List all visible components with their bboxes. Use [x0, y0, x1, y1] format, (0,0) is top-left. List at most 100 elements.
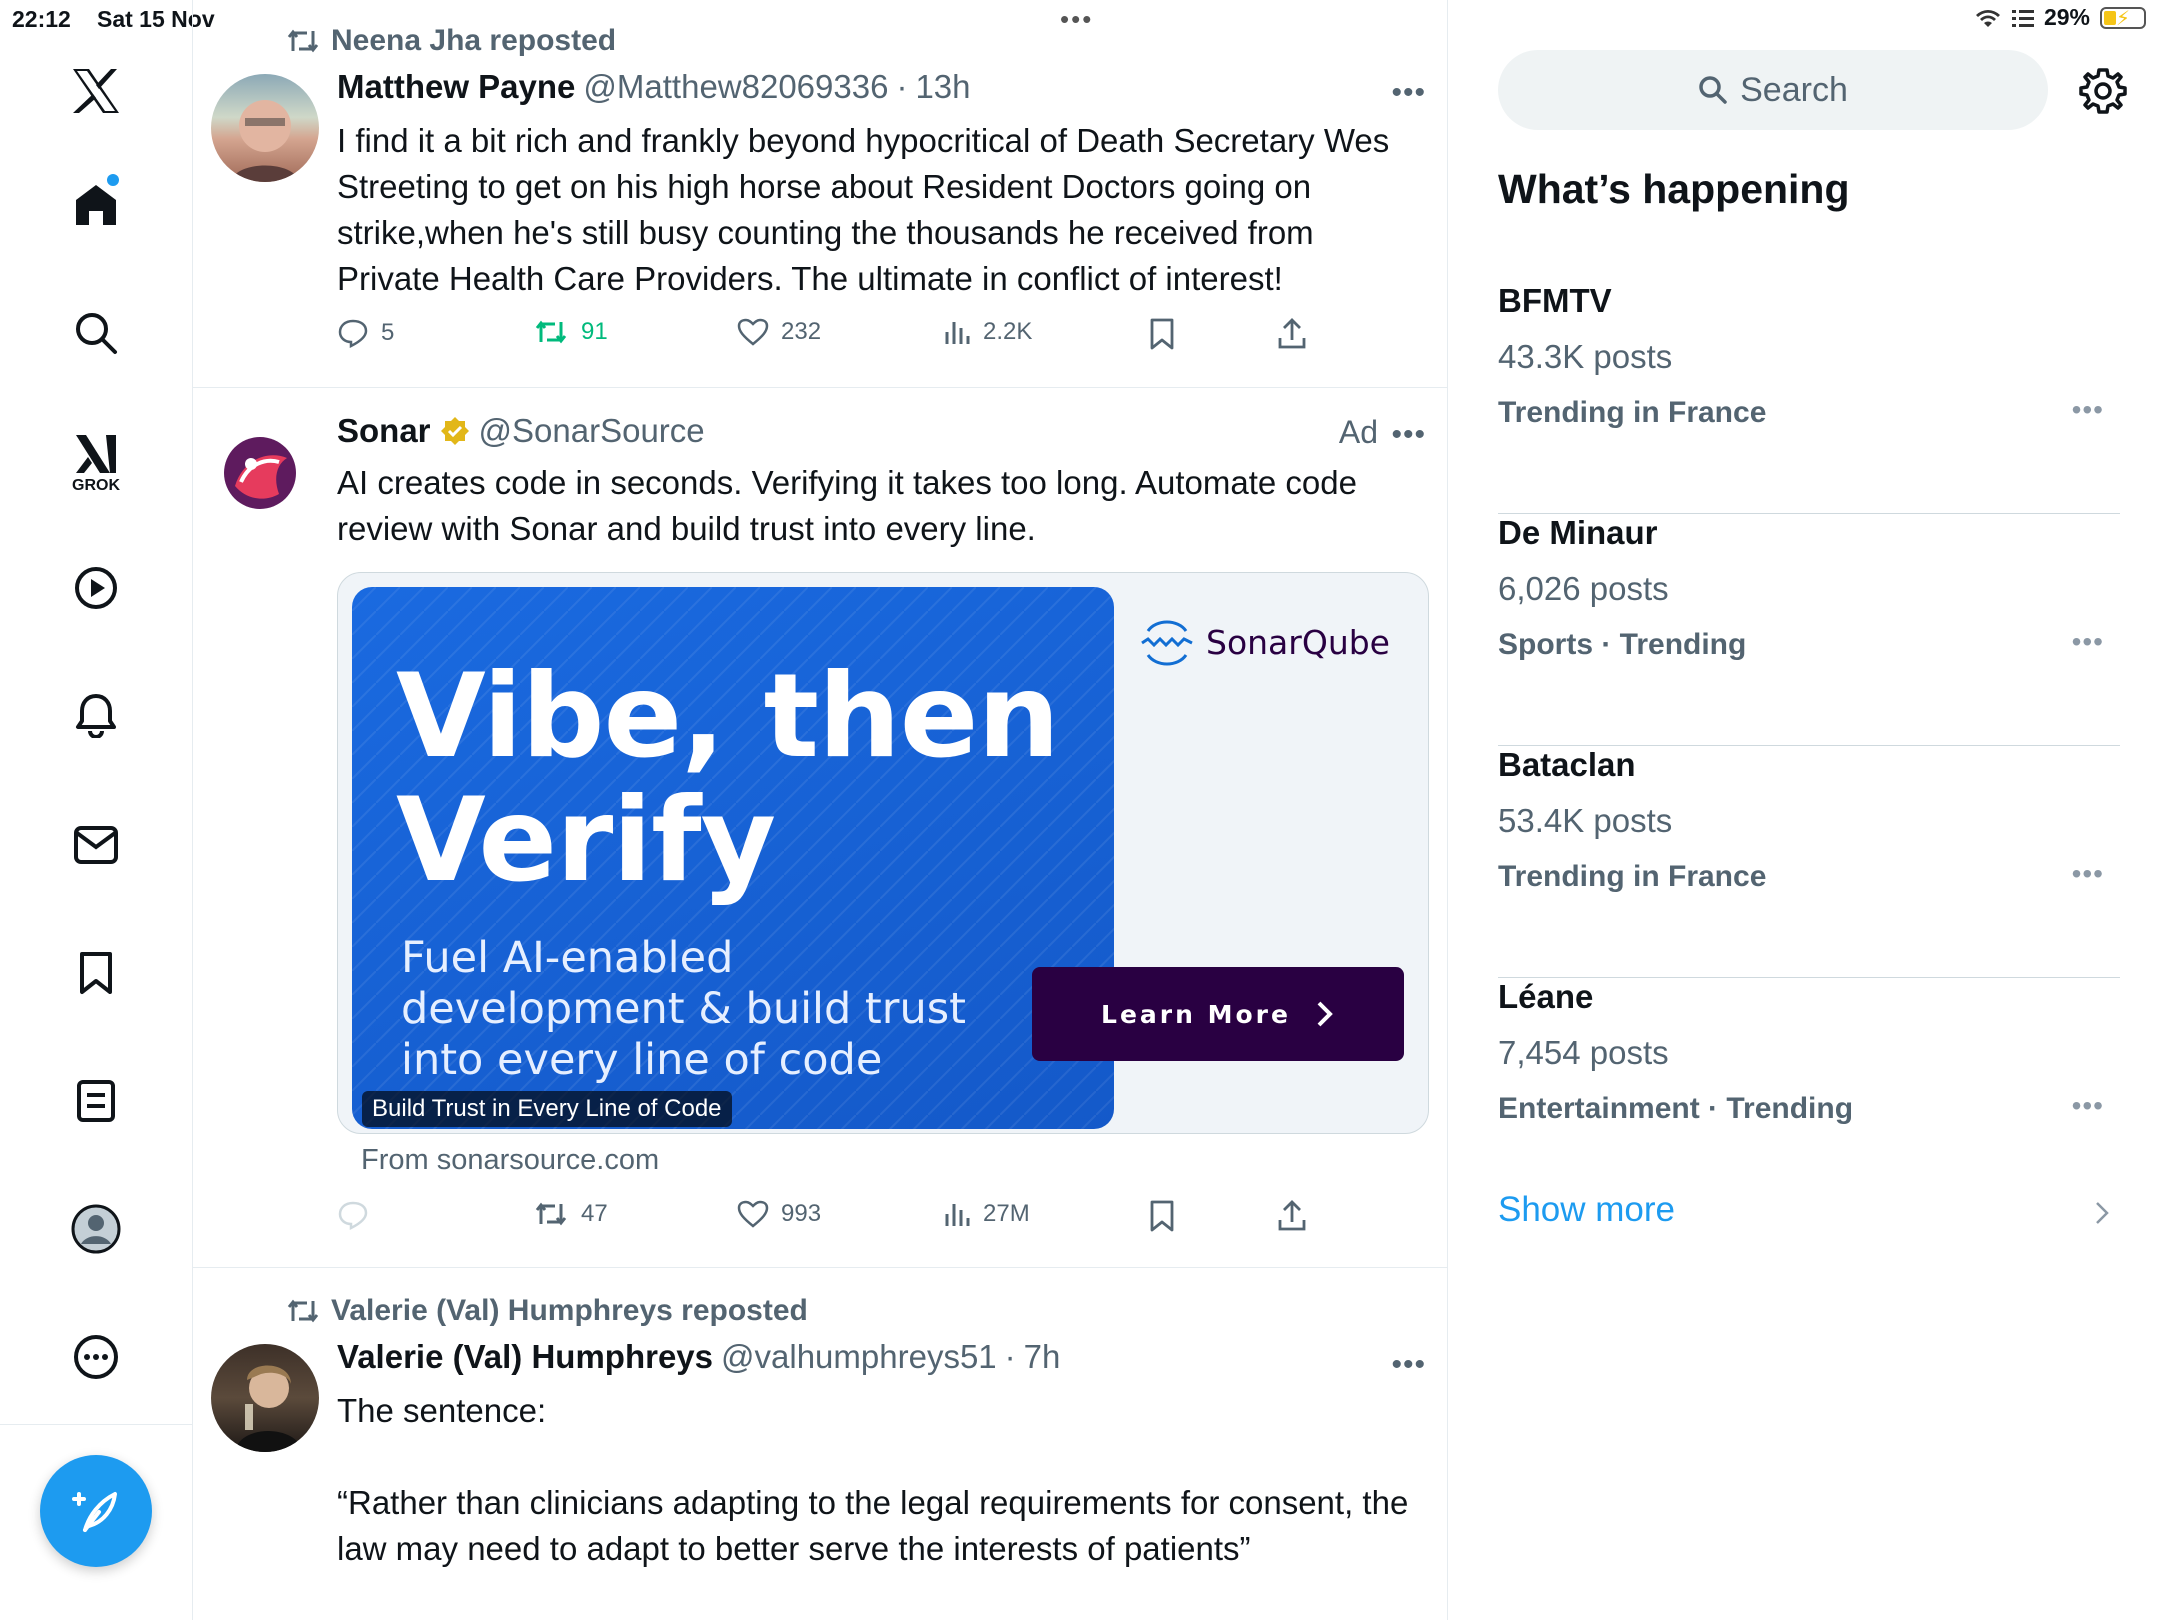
sonarqube-logo: SonarQube	[1138, 613, 1390, 671]
more-options-icon[interactable]	[71, 1332, 121, 1382]
author-name[interactable]: Sonar	[337, 412, 431, 450]
author-handle[interactable]: @SonarSource	[479, 412, 705, 450]
like-button[interactable]: 232	[737, 318, 821, 346]
repost-active-icon	[535, 320, 567, 344]
repost-button[interactable]: 47	[533, 1200, 608, 1228]
search-nav-icon[interactable]	[71, 308, 121, 358]
notifications-bell-icon[interactable]	[71, 690, 121, 740]
home-icon[interactable]	[71, 180, 121, 230]
trend-context: Sports · Trending	[1498, 628, 1747, 661]
views-button[interactable]: 27M	[943, 1200, 1030, 1228]
author-handle[interactable]: @Matthew82069336	[583, 68, 888, 106]
bookmark-button[interactable]	[1149, 1200, 1175, 1232]
tweet-text: I find it a bit rich and frankly beyond …	[337, 122, 1390, 297]
tweet-more-button[interactable]: •••	[1391, 1348, 1426, 1382]
trend-name: Léane	[1498, 978, 1594, 1015]
messages-envelope-icon[interactable]	[71, 820, 121, 870]
trend-more-button[interactable]: •••	[2072, 626, 2104, 658]
ad-headline: Vibe, then Verify	[396, 649, 1060, 903]
reply-count: 5	[381, 319, 395, 346]
tweet-text: AI creates code in seconds. Verifying it…	[337, 464, 1357, 547]
tweet-more-button[interactable]: •••	[1391, 418, 1426, 452]
left-nav: GROK	[0, 0, 193, 1620]
repost-indicator: Valerie (Val) Humphreys reposted	[285, 1294, 808, 1328]
repost-by-label: Valerie (Val) Humphreys reposted	[331, 1294, 808, 1327]
trend-context: Trending in France	[1498, 860, 1767, 893]
trend-post-count: 53.4K posts	[1498, 802, 1673, 839]
views-chart-icon	[945, 322, 970, 344]
separator-dot: ·	[896, 68, 908, 105]
author-name[interactable]: Valerie (Val) Humphreys	[337, 1338, 713, 1376]
trend-more-button[interactable]: •••	[2072, 858, 2104, 890]
ad-headline-line-1: Vibe, then	[396, 649, 1060, 784]
author-name[interactable]: Matthew Payne	[337, 68, 575, 106]
learn-more-label: Learn More	[1101, 999, 1291, 1029]
tweet-actions: 5 91 232 2.2K	[337, 318, 1327, 358]
trend-name: BFMTV	[1498, 282, 1612, 319]
like-button[interactable]: 993	[737, 1200, 821, 1228]
settings-gear-icon[interactable]	[2078, 66, 2128, 116]
post-time[interactable]: 7h	[1024, 1338, 1061, 1376]
chevron-right-icon	[1317, 1001, 1333, 1027]
avatar[interactable]	[211, 74, 319, 182]
trend-more-button[interactable]: •••	[2072, 1090, 2104, 1122]
ad-media-card[interactable]: Vibe, then Verify Fuel AI-enabled develo…	[337, 572, 1429, 1134]
bookmark-button[interactable]	[1149, 318, 1175, 350]
share-icon	[1278, 318, 1306, 349]
ad-source-link[interactable]: From sonarsource.com	[361, 1144, 659, 1177]
profile-avatar-icon[interactable]	[71, 1204, 121, 1254]
reply-button[interactable]	[337, 1200, 369, 1230]
lists-icon[interactable]	[71, 1076, 121, 1126]
learn-more-button[interactable]: Learn More	[1032, 967, 1404, 1061]
views-button[interactable]: 2.2K	[943, 318, 1032, 346]
sonar-avatar[interactable]	[221, 434, 299, 512]
promoted-tweet[interactable]: Sonar @SonarSource Ad ••• AI creates cod…	[193, 388, 1447, 1268]
repost-icon	[287, 1299, 319, 1323]
tweet-header: Sonar @SonarSource	[337, 412, 705, 450]
grok-icon[interactable]: GROK	[71, 425, 121, 500]
repost-icon	[287, 29, 319, 53]
brand-name: SonarQube	[1206, 622, 1390, 662]
trend-context: Entertainment · Trending	[1498, 1092, 1854, 1125]
share-button[interactable]	[1277, 318, 1307, 350]
grok-label: GROK	[72, 476, 120, 494]
trend-item[interactable]: Léane 7,454 posts Entertainment · Trendi…	[1498, 978, 2120, 1210]
avatar[interactable]	[211, 1344, 319, 1452]
tweet[interactable]: Valerie (Val) Humphreys reposted Valerie…	[193, 1268, 1447, 1620]
tweet-text-quote: “Rather than clinicians adapting to the …	[337, 1484, 1409, 1567]
search-placeholder: Search	[1740, 70, 1848, 109]
reply-icon	[338, 1201, 368, 1230]
compose-post-button[interactable]	[40, 1455, 152, 1567]
post-time[interactable]: 13h	[915, 68, 970, 106]
reply-icon	[338, 319, 368, 348]
author-handle[interactable]: @valhumphreys51	[721, 1338, 997, 1376]
tweet-header: Valerie (Val) Humphreys @valhumphreys51 …	[337, 1338, 1060, 1376]
sonarqube-waves-icon	[1141, 620, 1193, 666]
video-icon[interactable]	[71, 563, 121, 613]
show-more-link[interactable]: Show more	[1498, 1190, 1675, 1230]
repost-by-label: Neena Jha reposted	[331, 24, 617, 57]
tweet-header: Matthew Payne @Matthew82069336 · 13h	[337, 68, 971, 106]
bookmarks-icon[interactable]	[71, 948, 121, 998]
search-icon	[1699, 76, 1727, 104]
tweet-more-button[interactable]: •••	[1391, 76, 1426, 110]
compose-icon	[72, 1492, 117, 1532]
repost-button[interactable]: 91	[533, 318, 608, 346]
right-sidebar: Search What’s happening BFMTV 43.3K post…	[1448, 0, 2160, 1620]
tweet-text-intro: The sentence:	[337, 1392, 547, 1429]
tweet-actions: 47 993 27M	[337, 1200, 1327, 1240]
share-icon	[1278, 1200, 1306, 1231]
trend-more-button[interactable]: •••	[2072, 394, 2104, 426]
x-logo-icon[interactable]	[71, 66, 121, 116]
heart-icon	[737, 1200, 769, 1228]
tweet[interactable]: Neena Jha reposted Matthew Payne @Matthe…	[193, 0, 1447, 388]
ad-banner-image[interactable]: Vibe, then Verify Fuel AI-enabled develo…	[352, 587, 1114, 1129]
trend-item[interactable]: BFMTV 43.3K posts Trending in France •••	[1498, 282, 2120, 514]
trend-item[interactable]: De Minaur 6,026 posts Sports · Trending …	[1498, 514, 2120, 746]
trend-item[interactable]: Bataclan 53.4K posts Trending in France …	[1498, 746, 2120, 978]
reply-button[interactable]: 5	[337, 318, 394, 348]
repost-count: 47	[581, 1200, 608, 1227]
search-input[interactable]: Search	[1498, 50, 2048, 130]
share-button[interactable]	[1277, 1200, 1307, 1232]
chevron-right-icon[interactable]	[2094, 1200, 2110, 1226]
